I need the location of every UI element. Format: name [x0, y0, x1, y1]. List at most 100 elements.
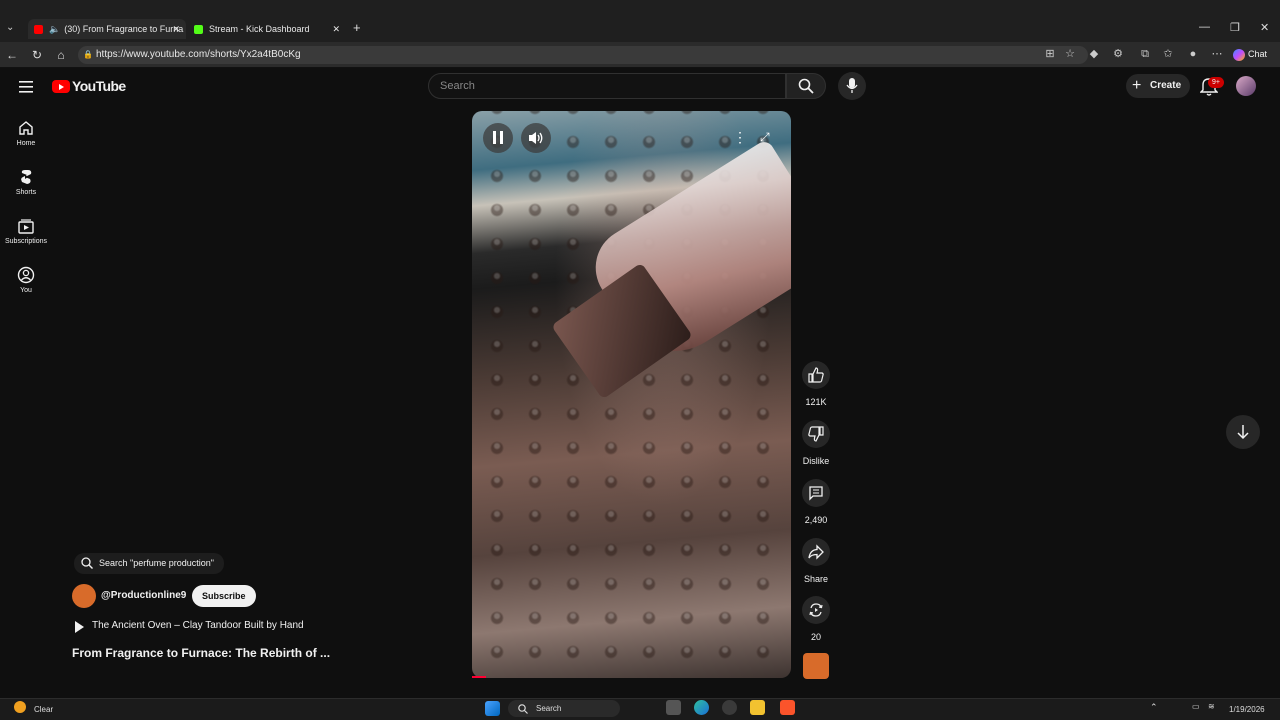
minimize-button[interactable]: —: [1199, 21, 1210, 33]
related-video-link[interactable]: The Ancient Oven – Clay Tandoor Built by…: [92, 620, 304, 631]
search-chip-label: Search "perfume production": [99, 558, 214, 568]
wifi-icon[interactable]: ≋: [1208, 702, 1215, 711]
split-screen-icon[interactable]: ⧉: [1137, 46, 1153, 62]
comment-count: 2,490: [804, 515, 828, 525]
sidebar-item-shorts[interactable]: Shorts: [2, 168, 50, 196]
comments-button[interactable]: 2,490: [797, 479, 835, 525]
sidebar-item-label: Shorts: [15, 189, 37, 196]
search-icon: [518, 704, 528, 714]
youtube-logo-icon[interactable]: [52, 80, 70, 93]
home-browser-icon[interactable]: ⌂: [52, 46, 70, 64]
start-button[interactable]: [485, 701, 500, 716]
weather-icon[interactable]: [14, 701, 26, 713]
thumbs-down-icon: [808, 426, 824, 442]
task-view-icon[interactable]: [666, 700, 681, 715]
tab-label: (30) From Fragrance to Furna: [64, 24, 184, 34]
browser-tab-kick[interactable]: Stream - Kick Dashboard ✕: [190, 19, 346, 39]
tab-list-dropdown[interactable]: ⌄: [6, 22, 14, 33]
shorts-icon: [21, 170, 32, 184]
share-button[interactable]: Share: [797, 538, 835, 584]
sidebar-item-home[interactable]: Home: [2, 119, 50, 147]
pause-button[interactable]: [483, 123, 513, 153]
back-icon[interactable]: ←: [3, 46, 21, 64]
youtube-favicon-icon: [34, 24, 43, 34]
related-search-chip[interactable]: Search "perfume production": [74, 553, 224, 574]
search-button[interactable]: [786, 73, 826, 99]
short-video-player[interactable]: [472, 111, 791, 678]
refresh-icon[interactable]: ↻: [28, 46, 46, 64]
dislike-button[interactable]: Dislike: [797, 420, 835, 466]
search-icon: [798, 78, 814, 94]
extensions-icon[interactable]: ⚙: [1110, 46, 1126, 62]
next-short-button[interactable]: [1226, 415, 1260, 449]
comment-icon: [809, 486, 823, 501]
youtube-logo-text[interactable]: YouTube: [72, 78, 126, 94]
search-input[interactable]: Search: [428, 73, 786, 99]
taskbar-search[interactable]: Search: [508, 700, 620, 717]
lock-icon: 🔒: [83, 50, 93, 59]
arrow-down-icon: [1237, 425, 1249, 440]
app-icon[interactable]: [722, 700, 737, 715]
sidebar-item-subscriptions[interactable]: Subscriptions: [2, 217, 50, 245]
copilot-chat-button[interactable]: Chat: [1233, 45, 1275, 63]
volume-button[interactable]: [521, 123, 551, 153]
fullscreen-icon[interactable]: ⤢: [760, 130, 770, 145]
more-options-icon[interactable]: ⋮: [733, 129, 747, 146]
subscribe-button[interactable]: Subscribe: [192, 585, 256, 607]
brave-icon[interactable]: [780, 700, 795, 715]
channel-name[interactable]: @Productionline9: [101, 590, 186, 601]
extension-diamond-icon[interactable]: ◆: [1086, 46, 1102, 62]
app-available-icon[interactable]: ⊞: [1042, 46, 1058, 62]
restore-button[interactable]: ❐: [1230, 21, 1240, 34]
url-text: https://www.youtube.com/shorts/Yx2a4tB0c…: [96, 49, 301, 60]
notification-badge: 9+: [1208, 77, 1224, 88]
volume-icon: [529, 132, 543, 144]
search-icon: [81, 557, 93, 569]
voice-search-button[interactable]: [838, 72, 866, 100]
sidebar-item-you[interactable]: You: [2, 266, 50, 294]
favorite-star-icon[interactable]: ☆: [1062, 46, 1078, 62]
taskbar-date[interactable]: 1/19/2026: [1229, 705, 1265, 714]
edge-icon[interactable]: [694, 700, 709, 715]
like-count: 121K: [805, 397, 827, 407]
remix-count: 20: [810, 632, 821, 642]
sidebar-item-label: Subscriptions: [4, 238, 48, 245]
tab-close-icon[interactable]: ✕: [332, 24, 340, 35]
hamburger-menu-icon[interactable]: [19, 80, 33, 93]
more-menu-icon[interactable]: ⋯: [1209, 46, 1225, 62]
tab-label: Stream - Kick Dashboard: [209, 24, 310, 34]
channel-avatar[interactable]: [72, 584, 96, 608]
favorites-icon[interactable]: ✩: [1160, 46, 1176, 62]
like-button[interactable]: 121K: [797, 361, 835, 407]
create-button[interactable]: + Create: [1126, 74, 1190, 98]
windows-taskbar: [0, 698, 1280, 720]
share-icon: [808, 544, 824, 560]
new-tab-button[interactable]: +: [353, 20, 361, 35]
sidebar-item-label: Home: [16, 140, 36, 147]
account-avatar[interactable]: [1236, 76, 1256, 96]
microphone-icon: [846, 78, 858, 93]
you-icon: [17, 266, 35, 284]
url-field[interactable]: 🔒 https://www.youtube.com/shorts/Yx2a4tB…: [78, 46, 1088, 64]
video-progress-bar[interactable]: [472, 676, 486, 678]
plus-icon: +: [1132, 77, 1142, 94]
file-explorer-icon[interactable]: [750, 700, 765, 715]
tray-chevron-icon[interactable]: ⌃: [1150, 702, 1158, 713]
remix-button[interactable]: 20: [797, 596, 835, 642]
taskbar-search-label: Search: [536, 704, 562, 713]
channel-thumbnail[interactable]: [803, 653, 829, 679]
network-icon[interactable]: ▭: [1192, 702, 1200, 711]
speaker-icon: 🔈: [49, 23, 61, 34]
thumbs-up-icon: [808, 367, 824, 383]
chat-label: Chat: [1248, 49, 1268, 59]
video-title[interactable]: From Fragrance to Furnace: The Rebirth o…: [72, 646, 330, 660]
tab-close-icon[interactable]: ✕: [172, 24, 180, 35]
play-icon: [75, 621, 84, 633]
profile-icon[interactable]: ●: [1185, 46, 1201, 62]
browser-tab-youtube[interactable]: 🔈 (30) From Fragrance to Furna ✕: [28, 19, 186, 39]
create-label: Create: [1150, 80, 1182, 91]
copilot-icon: [1233, 48, 1245, 61]
close-window-button[interactable]: ✕: [1260, 21, 1269, 34]
remix-icon: [809, 603, 823, 617]
kick-favicon-icon: [194, 24, 203, 34]
